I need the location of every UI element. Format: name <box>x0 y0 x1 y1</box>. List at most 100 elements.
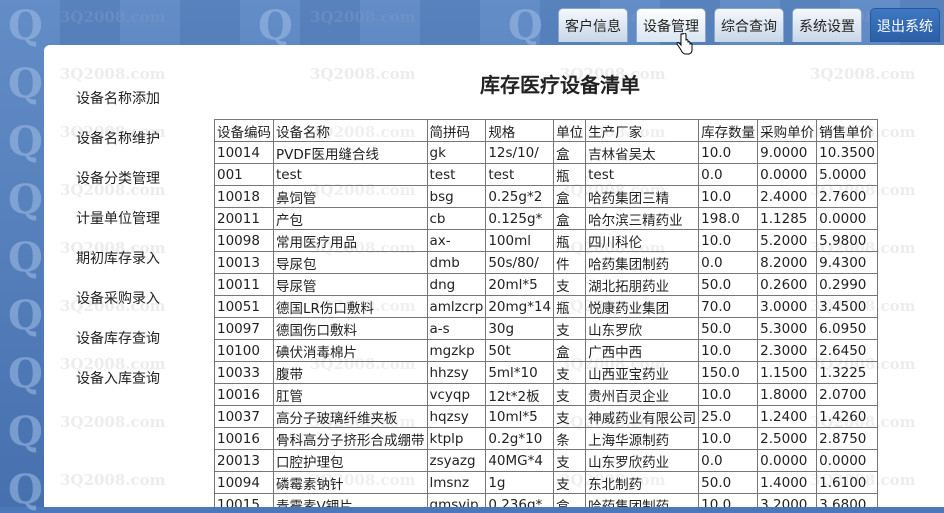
table-cell: 盒 <box>553 339 587 362</box>
table-cell: 198.0 <box>698 207 759 230</box>
table-cell: vcyqp <box>426 383 487 406</box>
table-cell: 青霉素V钾片 <box>273 493 428 507</box>
sidebar-item-add-name[interactable]: 设备名称添加 <box>76 87 186 127</box>
sidebar-item-opening-stock[interactable]: 期初库存录入 <box>76 247 186 287</box>
column-header: 设备名称 <box>273 119 428 142</box>
sidebar-item-stock-query[interactable]: 设备库存查询 <box>76 327 186 367</box>
table-cell: 湖北拓朋药业 <box>585 273 700 296</box>
table-cell: amlzcrp <box>426 295 487 318</box>
watermark-logo-icon: Q <box>8 118 43 165</box>
table-row[interactable]: 10011 导尿管 dng 20ml*5 支湖北拓朋药业 50.0 0.2600 0.2990 <box>214 273 878 296</box>
table-cell: 1g <box>485 471 555 494</box>
watermark-logo-icon: Q <box>8 292 43 339</box>
sidebar: 设备名称添加 设备名称维护 设备分类管理 计量单位管理 期初库存录入 设备采购录… <box>76 87 186 407</box>
table-cell: 1.2400 <box>757 405 818 428</box>
table-cell: 10.0 <box>698 229 759 252</box>
table-cell: 盒 <box>553 141 587 164</box>
table-row[interactable]: 10098 常用医疗用品 ax- 100ml 瓶四川科伦 10.0 5.2000 5.9800 <box>214 229 878 252</box>
watermark-text: 3Q2008.com <box>310 8 416 26</box>
table-row[interactable]: 10018 鼻饲管 bsg 0.25g*2 盒哈药集团三精 10.0 2.4000 2.760… <box>214 185 878 208</box>
table-cell: test <box>426 163 487 186</box>
table-cell: 5.3000 <box>757 317 818 340</box>
table-cell: 盒 <box>553 207 587 230</box>
table-row[interactable]: 10033 腹带 hhzsy 5ml*10 支山西亚宝药业 150.0 1.1500 1.32… <box>214 361 878 384</box>
table-cell: 50t <box>485 339 555 362</box>
table-row[interactable]: 10037 高分子玻璃纤维夹板 hqzsy 10ml*5 支神威药业有限公司 25.0 1.… <box>214 405 878 428</box>
table-cell: test <box>273 163 428 186</box>
table-cell: 2.5000 <box>757 427 818 450</box>
table-cell: 30g <box>485 317 555 340</box>
table-row[interactable]: 20011 产包 cb 0.125g* 盒哈尔滨三精药业 198.0 1.1285 0.000… <box>214 207 878 230</box>
table-cell: 1.6100 <box>816 471 878 494</box>
table-cell: 山西亚宝药业 <box>585 361 700 384</box>
column-header: 单位 <box>553 119 587 142</box>
table-cell: 40MG*4 <box>485 449 555 472</box>
table-cell: 盒 <box>553 493 587 507</box>
table-cell: 东北制药 <box>585 471 700 494</box>
sidebar-item-unit[interactable]: 计量单位管理 <box>76 207 186 247</box>
watermark-logo-icon: Q <box>8 234 43 281</box>
table-cell: 支 <box>553 449 587 472</box>
table-row[interactable]: 10014 PVDF医用缝合线 gk 12s/10/盒吉林省吴太 10.0 9.0000 1… <box>214 141 878 164</box>
table-row[interactable]: 10013 导尿包 dmb 50s/80/件哈药集团制药 0.0 8.2000 9.4300 <box>214 251 878 274</box>
table-cell: 10100 <box>214 339 274 362</box>
table-cell: 5.0000 <box>816 163 878 186</box>
watermark-logo-icon: Q <box>8 60 43 107</box>
table-cell: 常用医疗用品 <box>273 229 428 252</box>
table-cell: 6.0950 <box>816 317 878 340</box>
table-cell: a-s <box>426 317 487 340</box>
table-row[interactable]: 10016 肛管 vcyqp 12t*2板支贵州百灵企业 10.0 1.8000 2.070… <box>214 383 878 406</box>
table-cell: 3.6800 <box>816 493 878 507</box>
table-cell: 10.3500 <box>816 141 878 164</box>
table-cell: 20mg*14 <box>485 295 555 318</box>
nav-system-settings[interactable]: 系统设置 <box>792 8 862 42</box>
table-cell: 0.0 <box>698 449 759 472</box>
table-cell: 件 <box>553 251 587 274</box>
table-cell: 2.0700 <box>816 383 878 406</box>
table-cell: 20ml*5 <box>485 273 555 296</box>
table-cell: PVDF医用缝合线 <box>273 141 428 164</box>
table-cell: 1.4260 <box>816 405 878 428</box>
sidebar-item-maintain-name[interactable]: 设备名称维护 <box>76 127 186 167</box>
table-cell: 10.0 <box>698 427 759 450</box>
table-cell: 哈药集团制药 <box>585 251 700 274</box>
table-cell: 支 <box>553 471 587 494</box>
table-row[interactable]: 10016 骨科高分子挤形合成绷带 ktplp 0.2g*10 条上海华源制药 10.0 2… <box>214 427 878 450</box>
watermark-text: 3Q2008.com <box>60 471 166 489</box>
table-cell: 碘伏消毒棉片 <box>273 339 428 362</box>
sidebar-item-inbound-query[interactable]: 设备入库查询 <box>76 367 186 407</box>
table-cell: 鼻饲管 <box>273 185 428 208</box>
nav-logout[interactable]: 退出系统 <box>870 8 940 42</box>
table-cell: 5.9800 <box>816 229 878 252</box>
table-cell: lmsnz <box>426 471 487 494</box>
table-row[interactable]: 10051 德国LR伤口敷料 amlzcrp 20mg*14 瓶悦康药业集团 70.0 3.… <box>214 295 878 318</box>
table-cell: 20013 <box>214 449 274 472</box>
table-row[interactable]: 10097 德国伤口敷料 a-s 30g 支山东罗欣 50.0 5.3000 6.0950 <box>214 317 878 340</box>
table-cell: 10051 <box>214 295 274 318</box>
nav-equipment-management[interactable]: 设备管理 <box>636 8 706 42</box>
table-row[interactable]: 20013 口腔护理包 zsyazg 40MG*4 支山东罗欣药业 0.0 0.0000 0.… <box>214 449 878 472</box>
table-cell: 哈药集团制药 <box>585 493 700 507</box>
column-header: 销售单价 <box>816 119 878 142</box>
table-row[interactable]: 10100 碘伏消毒棉片 mgzkp 50t 盒广西中西 10.0 2.3000 2.6450 <box>214 339 878 362</box>
nav-comprehensive-query[interactable]: 综合查询 <box>714 8 784 42</box>
watermark-logo-icon: Q <box>8 466 43 513</box>
table-row[interactable]: 001 test test test 瓶 test 0.0 0.0000 5.0000 <box>214 163 878 186</box>
watermark-logo-icon: Q <box>508 2 543 49</box>
table-cell: 德国LR伤口敷料 <box>273 295 428 318</box>
table-row[interactable]: 10015 青霉素V钾片 qmsvjp 0.236g* 盒哈药集团制药 10.0 3.200… <box>214 493 878 507</box>
table-cell: 磷霉素钠针 <box>273 471 428 494</box>
watermark-logo-icon: Q <box>8 408 43 455</box>
sidebar-item-purchase[interactable]: 设备采购录入 <box>76 287 186 327</box>
table-row[interactable]: 10094 磷霉素钠针 lmsnz 1g 支东北制药 50.0 1.4000 1.6100 <box>214 471 878 494</box>
nav-customer-info[interactable]: 客户信息 <box>558 8 628 42</box>
sidebar-item-category[interactable]: 设备分类管理 <box>76 167 186 207</box>
table-cell: 10.0 <box>698 141 759 164</box>
table-cell: 贵州百灵企业 <box>585 383 700 406</box>
table-cell: 10015 <box>214 493 274 507</box>
table-cell: 10033 <box>214 361 274 384</box>
table-cell: 10097 <box>214 317 274 340</box>
table-cell: 支 <box>553 361 587 384</box>
column-header: 规格 <box>485 119 555 142</box>
table-body: 10014 PVDF医用缝合线 gk 12s/10/盒吉林省吴太 10.0 9.0000 1… <box>214 141 878 507</box>
